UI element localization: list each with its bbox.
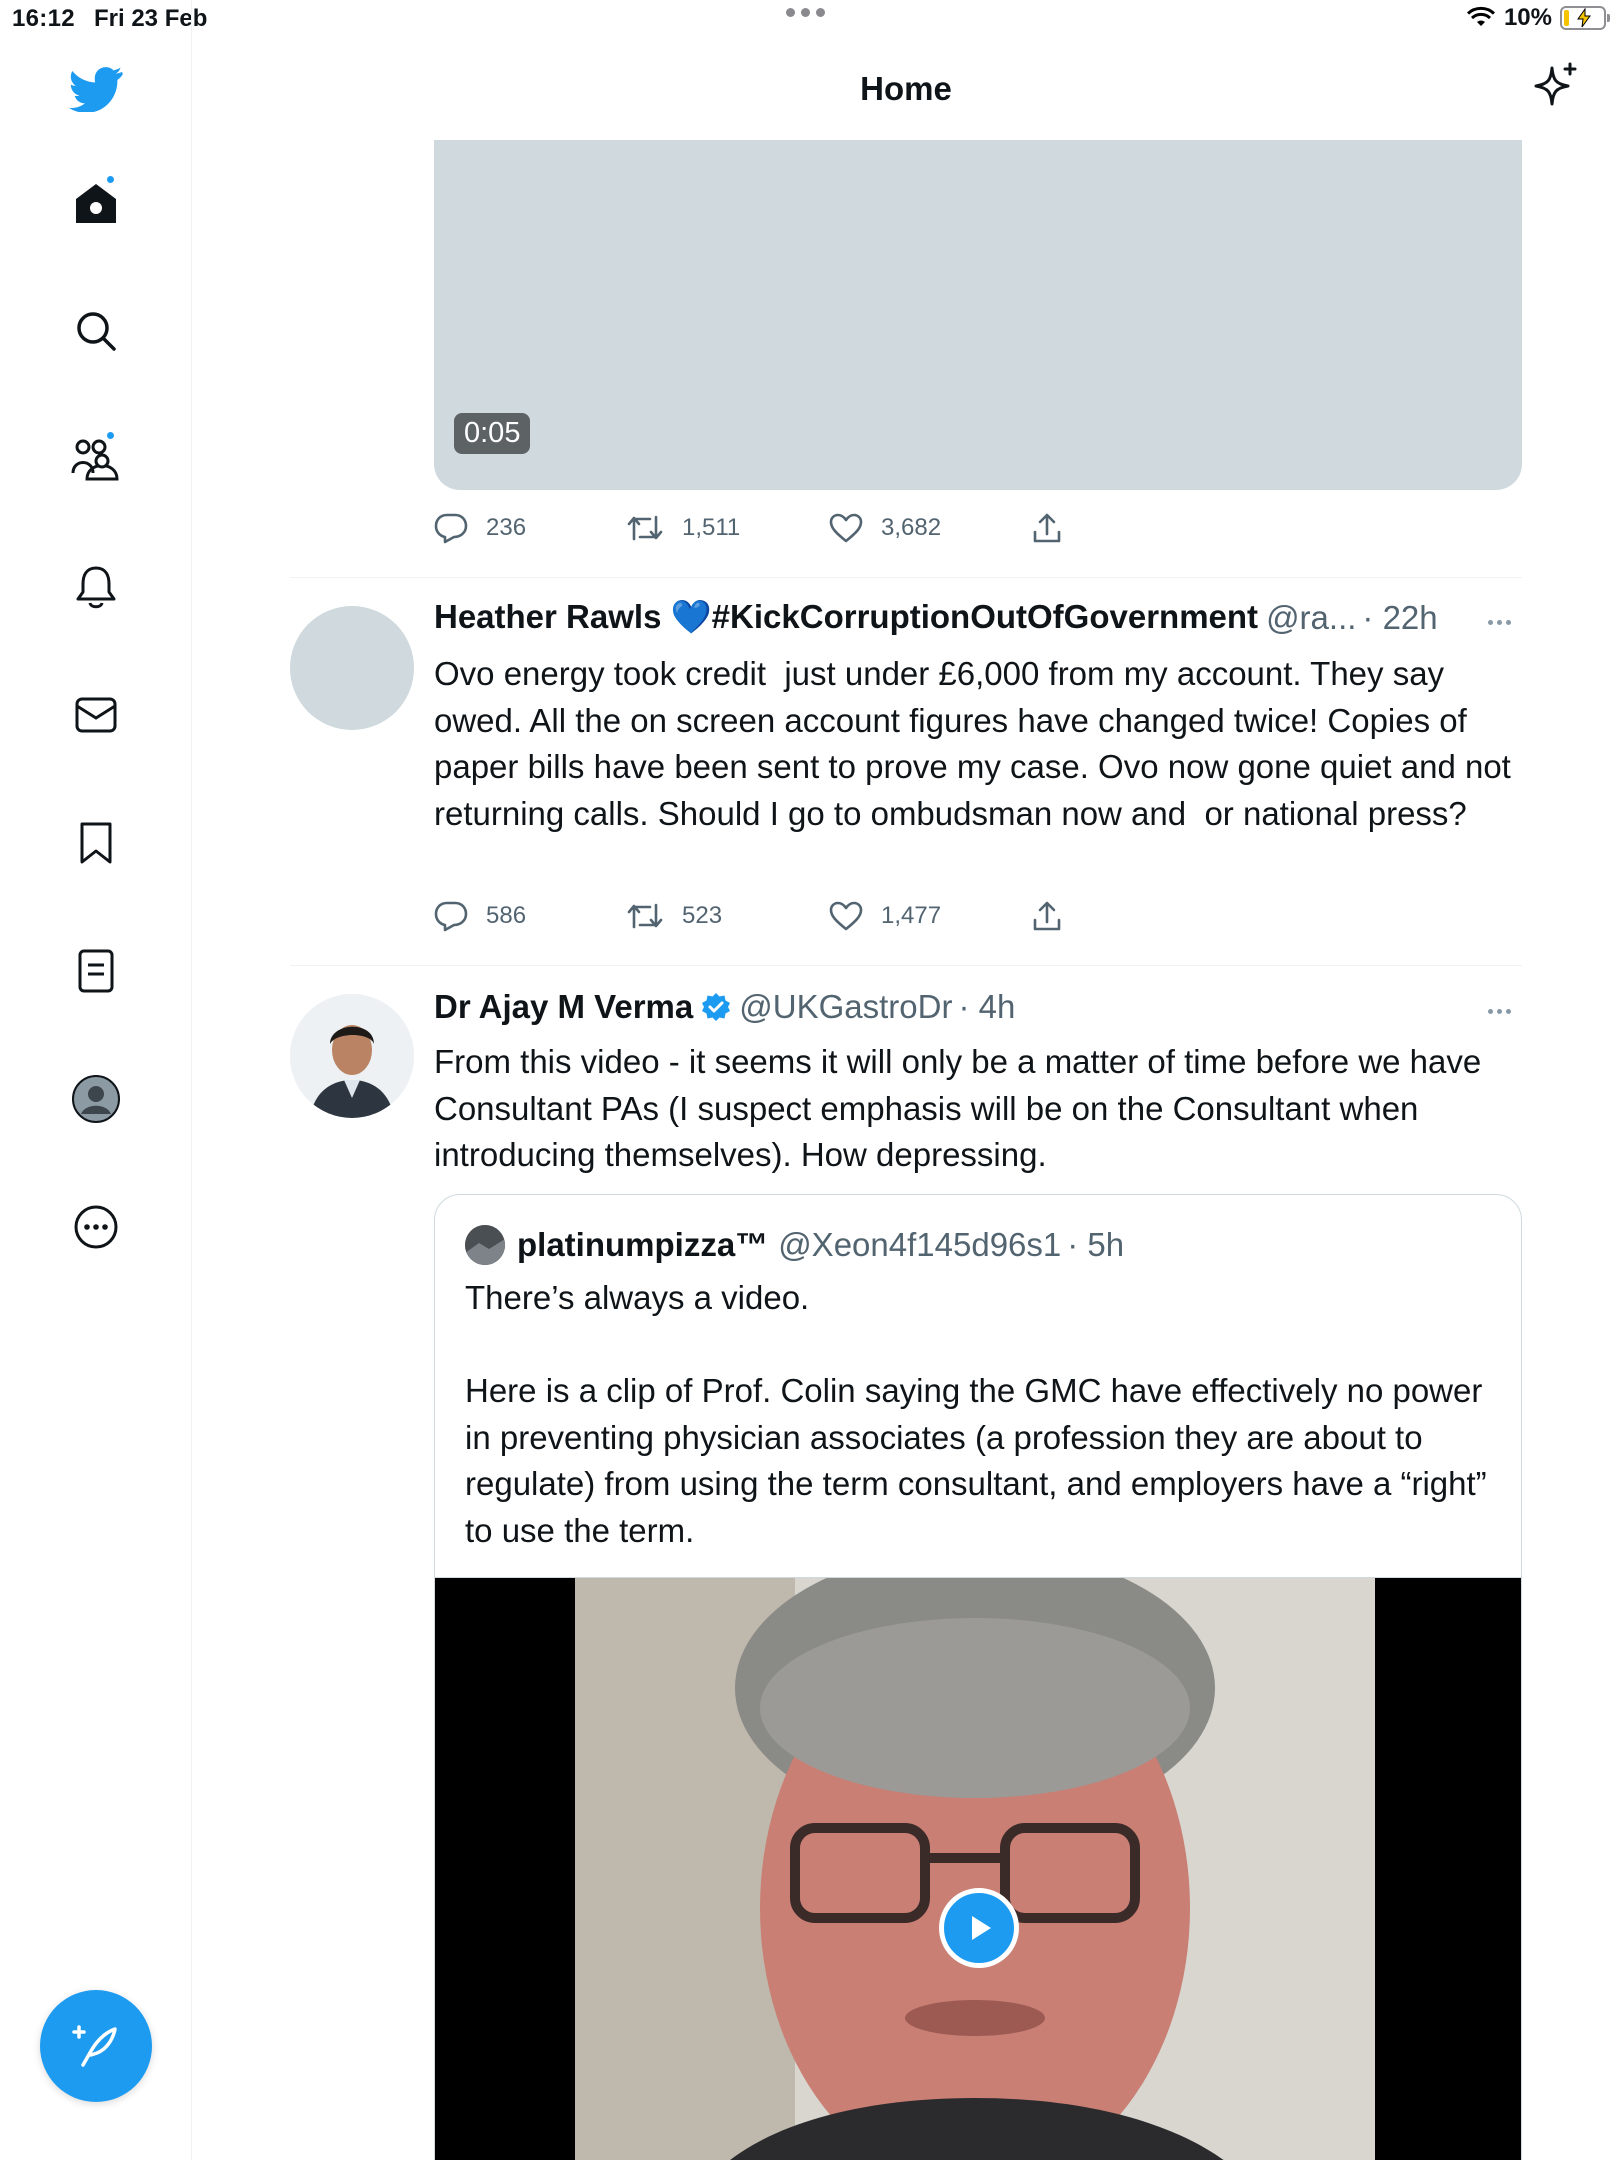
reply-icon [434, 901, 468, 932]
play-icon [972, 1916, 991, 1940]
tweet-time[interactable]: · 4h [958, 988, 1015, 1026]
share-icon [1033, 513, 1061, 543]
quote-author-handle: @Xeon4f145d96s1 [778, 1226, 1062, 1263]
communities-icon [71, 439, 119, 481]
sidebar-item-profile[interactable] [65, 1068, 127, 1130]
sidebar-item-more[interactable] [65, 1196, 127, 1258]
lists-icon [78, 949, 114, 993]
share-icon [1033, 901, 1061, 931]
play-button[interactable] [939, 1888, 1019, 1968]
search-icon [77, 312, 116, 351]
like-button[interactable]: 3,682 [829, 508, 941, 548]
sidebar-item-lists[interactable] [65, 940, 127, 1002]
quoted-tweet[interactable]: platinumpizza™ @Xeon4f145d96s1 · 5h Ther… [434, 1194, 1522, 2160]
quote-header: platinumpizza™ @Xeon4f145d96s1 · 5h [465, 1225, 1124, 1265]
share-button[interactable] [1032, 896, 1062, 936]
bookmark-icon [80, 822, 112, 864]
like-button[interactable]: 1,477 [829, 896, 941, 936]
verified-badge-icon [702, 993, 731, 1021]
bell-icon [76, 566, 116, 609]
quote-author-name: platinumpizza™ [517, 1226, 769, 1263]
avatar[interactable] [290, 606, 414, 730]
home-icon [76, 184, 116, 223]
retweet-button[interactable]: 1,511 [626, 508, 740, 548]
author-name[interactable]: Dr Ajay M Verma [434, 988, 693, 1026]
sparkle-icon[interactable] [1532, 62, 1580, 115]
timeline: 0:05 236 1,511 3,682 Heather Rawls 💙#Kic… [192, 0, 1620, 2160]
sidebar-item-messages[interactable] [65, 684, 127, 746]
quote-avatar [465, 1225, 505, 1265]
avatar[interactable] [290, 994, 414, 1118]
divider [290, 965, 1522, 966]
tweet-text: Ovo energy took credit just under £6,000… [434, 655, 1521, 832]
author-handle[interactable]: @UKGastroDr [739, 988, 952, 1026]
sidebar-item-notifications[interactable] [65, 556, 127, 618]
quote-time: · 5h [1067, 1226, 1125, 1263]
twitter-logo-icon[interactable] [65, 58, 127, 120]
video-duration: 0:05 [454, 413, 531, 454]
tweet-text: From this video - it seems it will only … [434, 1043, 1491, 1173]
tweet-actions: 586 523 1,477 [434, 896, 1134, 936]
reply-button[interactable]: 586 [434, 896, 526, 936]
tweet-header: Dr Ajay M Verma @UKGastroDr · 4h [434, 988, 1015, 1026]
heart-icon [829, 513, 863, 543]
reply-icon [434, 513, 468, 544]
page-title: Home [860, 70, 952, 107]
video-thumbnail [435, 1578, 1521, 2160]
sidebar-item-explore[interactable] [65, 300, 127, 362]
share-button[interactable] [1032, 508, 1062, 548]
compose-tweet-button[interactable] [40, 1990, 152, 2102]
more-circle-icon [74, 1205, 118, 1249]
tweet-time[interactable]: · 22h [1362, 599, 1437, 637]
tweet-actions: 236 1,511 3,682 [434, 508, 1134, 548]
retweet-button[interactable]: 523 [626, 896, 722, 936]
home-header: Home [192, 40, 1620, 140]
divider [290, 577, 1522, 578]
quote-video[interactable] [435, 1577, 1521, 2160]
heart-icon [829, 901, 863, 931]
author-handle[interactable]: @ra... [1266, 599, 1356, 637]
author-name[interactable]: Heather Rawls 💙#KickCorruptionOutOfGover… [434, 598, 1258, 637]
mail-icon [75, 697, 117, 733]
retweet-icon [627, 515, 663, 541]
sidebar-item-communities[interactable] [65, 428, 127, 490]
more-options-icon[interactable] [1488, 620, 1511, 625]
profile-avatar-icon [72, 1075, 120, 1123]
sidebar-item-bookmarks[interactable] [65, 812, 127, 874]
retweet-icon [627, 903, 663, 929]
tweet-video[interactable]: 0:05 [434, 140, 1522, 490]
quote-text: There’s always a video. Here is a clip o… [465, 1279, 1487, 1549]
tweet-header: Heather Rawls 💙#KickCorruptionOutOfGover… [434, 598, 1438, 637]
reply-button[interactable]: 236 [434, 508, 526, 548]
sidebar [0, 0, 192, 2160]
sidebar-item-home[interactable] [65, 172, 127, 234]
compose-feather-icon [72, 2025, 117, 2067]
more-options-icon[interactable] [1488, 1009, 1511, 1014]
